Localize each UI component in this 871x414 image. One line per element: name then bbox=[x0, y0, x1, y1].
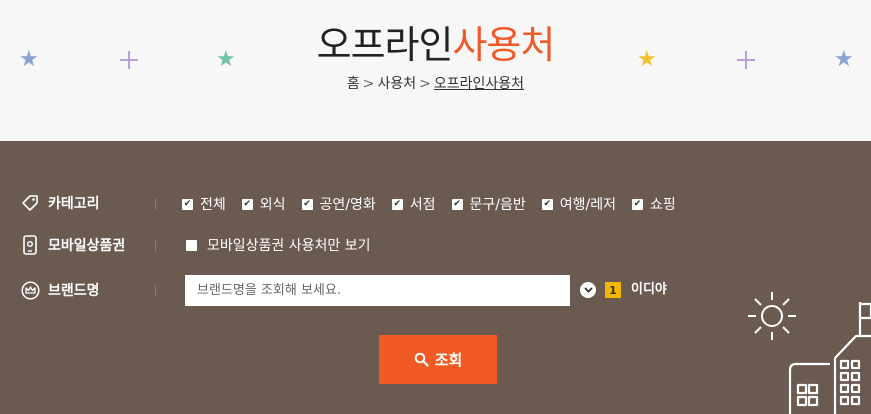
category-text: 여행/레저 bbox=[559, 197, 617, 213]
check-icon[interactable]: ✔ bbox=[541, 198, 553, 210]
mobile-icon bbox=[20, 235, 40, 255]
category-text: 외식 bbox=[259, 197, 286, 213]
check-icon[interactable]: ✔ bbox=[391, 198, 403, 210]
divider bbox=[155, 285, 156, 297]
breadcrumb-usage[interactable]: 사용처 bbox=[378, 76, 417, 92]
category-text: 서점 bbox=[409, 197, 436, 213]
search-panel: 카테고리 ✔ 전체 ✔ 외식 ✔ 공연/영화 ✔ 서점 ✔ 문구/음반 ✔ 여행/레저 ✔ 쇼… bbox=[0, 141, 871, 414]
breadcrumb-current[interactable]: 오프라인사용처 bbox=[434, 76, 524, 92]
check-icon[interactable]: ✔ bbox=[301, 198, 313, 210]
category-item-all[interactable]: ✔ 전체 bbox=[182, 194, 226, 214]
brand-search-input[interactable] bbox=[185, 275, 570, 306]
brand-label: 브랜드명 bbox=[48, 283, 100, 299]
category-item-show-movie[interactable]: ✔ 공연/영화 bbox=[301, 194, 376, 214]
checkbox-empty[interactable] bbox=[186, 239, 197, 251]
brand-label-row: 브랜드명 bbox=[20, 280, 100, 300]
chevron-down-icon[interactable] bbox=[580, 282, 596, 298]
category-text: 공연/영화 bbox=[319, 197, 376, 213]
selected-brand[interactable]: 이디야 bbox=[631, 282, 667, 298]
page-header: ★ ★ ★ ★ 오프라인사용처 홈 > 사용처 > 오프라인사용처 bbox=[0, 0, 871, 141]
title-main: 오프라인 bbox=[316, 23, 454, 67]
mobile-only-checkbox[interactable]: 모바일상품권 사용처만 보기 bbox=[186, 235, 370, 255]
breadcrumb-separator: > bbox=[362, 76, 375, 92]
tag-icon bbox=[20, 193, 40, 213]
breadcrumb: 홈 > 사용처 > 오프라인사용처 bbox=[0, 73, 871, 93]
category-text: 전체 bbox=[200, 197, 226, 213]
mobile-label: 모바일상품권 bbox=[48, 238, 126, 254]
category-item-stationery-music[interactable]: ✔ 문구/음반 bbox=[451, 194, 526, 214]
title-accent: 사용처 bbox=[452, 23, 555, 67]
mobile-label-row: 모바일상품권 bbox=[20, 235, 125, 255]
check-icon[interactable]: ✔ bbox=[632, 198, 644, 210]
page-title: 오프라인사용처 bbox=[0, 20, 871, 70]
check-icon[interactable]: ✔ bbox=[241, 198, 253, 210]
building-icon bbox=[748, 292, 871, 414]
category-text: 문구/음반 bbox=[469, 197, 526, 213]
crown-icon bbox=[20, 280, 40, 300]
category-item-shopping[interactable]: ✔ 쇼핑 bbox=[632, 194, 676, 214]
search-icon bbox=[414, 352, 429, 367]
divider bbox=[155, 240, 156, 252]
category-item-travel-leisure[interactable]: ✔ 여행/레저 bbox=[541, 194, 617, 214]
category-label-row: 카테고리 bbox=[20, 193, 100, 213]
breadcrumb-home[interactable]: 홈 bbox=[347, 76, 360, 92]
check-icon[interactable]: ✔ bbox=[451, 198, 463, 210]
search-button[interactable]: 조회 bbox=[379, 335, 497, 384]
check-icon[interactable]: ✔ bbox=[182, 198, 193, 210]
category-item-bookstore[interactable]: ✔ 서점 bbox=[391, 194, 436, 214]
breadcrumb-separator: > bbox=[419, 76, 431, 92]
selected-count-badge: 1 bbox=[605, 282, 621, 298]
sun-icon bbox=[748, 292, 796, 340]
category-label: 카테고리 bbox=[48, 196, 100, 212]
category-list: ✔ 전체 ✔ 외식 ✔ 공연/영화 ✔ 서점 ✔ 문구/음반 ✔ 여행/레저 ✔ 쇼핑 bbox=[182, 194, 692, 214]
category-text: 쇼핑 bbox=[650, 197, 676, 213]
search-button-label: 조회 bbox=[434, 351, 463, 369]
category-item-dining[interactable]: ✔ 외식 bbox=[241, 194, 286, 214]
divider bbox=[155, 198, 156, 210]
mobile-option-text: 모바일상품권 사용처만 보기 bbox=[207, 238, 371, 254]
